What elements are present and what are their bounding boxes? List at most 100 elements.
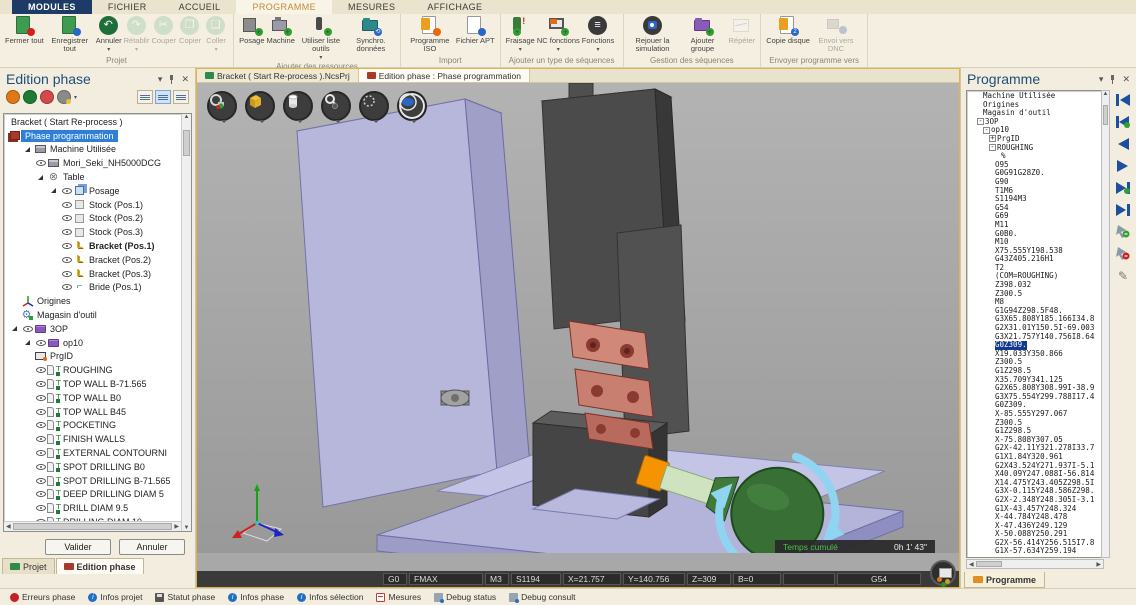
- solid-cube-button[interactable]: [245, 91, 275, 121]
- tree-item-top-wall-b-71-565[interactable]: ⊤TOP WALL B-71.565: [4, 377, 181, 391]
- eye-icon[interactable]: [21, 323, 34, 335]
- gcode-line[interactable]: G3X-0.115Y248.586Z298.: [977, 487, 1103, 496]
- enregistrer-tout-button[interactable]: Enregistrer tout: [45, 16, 95, 53]
- tree-item-mori-seki-nh5000dcg[interactable]: Mori_Seki_NH5000DCG: [4, 156, 181, 170]
- gcode-line[interactable]: G1X-57.634Y259.194: [977, 547, 1103, 556]
- gcode-line[interactable]: G1Z298.5: [977, 367, 1103, 376]
- gcode-line[interactable]: O95: [977, 161, 1103, 170]
- nc-fonctions-button[interactable]: +NC fonctions▾: [536, 16, 581, 54]
- utiliser-liste-outils-button[interactable]: +Utiliser liste outils▾: [296, 16, 346, 62]
- hand-add-button[interactable]: [1114, 224, 1132, 239]
- selection-button[interactable]: [359, 91, 389, 121]
- hand-del-button[interactable]: [1114, 246, 1132, 261]
- stock-cylinder-button[interactable]: [283, 91, 313, 121]
- gcode-line[interactable]: G2X31.01Y150.5I-69.003: [977, 324, 1103, 333]
- gcode-line[interactable]: X-75.808Y307.05: [977, 436, 1103, 445]
- tree-item-op10[interactable]: op10: [4, 336, 181, 350]
- skip-last-button[interactable]: [1114, 202, 1132, 217]
- tree-item-stock-pos-2[interactable]: Stock (Pos.2): [4, 212, 181, 226]
- ribbon-tab-mesures[interactable]: MESURES: [332, 0, 411, 14]
- eye-icon[interactable]: [34, 392, 47, 404]
- list-view-medium-button[interactable]: [155, 90, 171, 104]
- gcode-line[interactable]: G1X1.84Y320.961: [977, 453, 1103, 462]
- gcode-line[interactable]: G90: [977, 178, 1103, 187]
- gcode-line[interactable]: G69: [977, 212, 1103, 221]
- exp-icon[interactable]: [34, 171, 47, 183]
- list-view-small-button[interactable]: [173, 90, 189, 104]
- machine-status-widget-icon[interactable]: [930, 560, 956, 586]
- eye-icon[interactable]: [34, 475, 47, 487]
- gcode-line[interactable]: Origines: [977, 101, 1103, 110]
- eye-icon[interactable]: [60, 240, 73, 252]
- gcode-line[interactable]: X75.555Y198.538: [977, 247, 1103, 256]
- ajouter-groupe-button[interactable]: +Ajouter groupe: [678, 16, 728, 53]
- eye-icon[interactable]: [34, 419, 47, 431]
- gcode-line[interactable]: %: [977, 152, 1103, 161]
- ribbon-tab-affichage[interactable]: AFFICHAGE: [411, 0, 498, 14]
- tree-item-top-wall-b45[interactable]: ⊤TOP WALL B45: [4, 405, 181, 419]
- gcode-line[interactable]: X-47.436Y249.129: [977, 522, 1103, 531]
- skip-first-button[interactable]: [1114, 92, 1132, 107]
- fraisage-button[interactable]: !+Fraisage▾: [505, 16, 536, 54]
- tree-horizontal-scrollbar[interactable]: ◀▶: [4, 521, 181, 531]
- gcode-line[interactable]: X19.033Y350.866: [977, 350, 1103, 359]
- tree-item-deep-drilling-diam-5[interactable]: ⊤DEEP DRILLING DIAM 5: [4, 488, 181, 502]
- tree-item-magasin-d-outil[interactable]: ⚙Magasin d'outil: [4, 308, 181, 322]
- gcode-line[interactable]: G2X43.524Y271.937I-5.1: [977, 462, 1103, 471]
- gcode-line[interactable]: G2X-56.414Y256.515I7.8: [977, 539, 1103, 548]
- chevron-down-icon[interactable]: ▾: [74, 94, 77, 101]
- code-horizontal-scrollbar[interactable]: ◀▶: [966, 559, 1104, 569]
- exp-icon[interactable]: [21, 337, 34, 349]
- eye-icon[interactable]: [60, 281, 73, 293]
- gcode-line[interactable]: G3X21.757Y140.756I8.64: [977, 333, 1103, 342]
- list-view-large-button[interactable]: [137, 90, 153, 104]
- pin-icon[interactable]: [1109, 75, 1116, 84]
- gcode-line[interactable]: G54: [977, 204, 1103, 213]
- eye-icon[interactable]: [60, 212, 73, 224]
- machine-sim-button[interactable]: [207, 91, 237, 121]
- gcode-line[interactable]: G1G94Z298.5F48.: [977, 307, 1103, 316]
- eye-icon[interactable]: [34, 337, 47, 349]
- panel-menu-icon[interactable]: ▾: [158, 74, 163, 85]
- step-fwd-button[interactable]: [1114, 158, 1132, 173]
- pin-icon[interactable]: [168, 75, 175, 84]
- collapse-icon[interactable]: -: [989, 144, 996, 151]
- eye-icon[interactable]: [60, 254, 73, 266]
- pencil-button[interactable]: ✎: [1114, 268, 1132, 283]
- tree-item-spot-drilling-b0[interactable]: ⊤SPOT DRILLING B0: [4, 460, 181, 474]
- gcode-line[interactable]: G3X65.808Y185.166I34.8: [977, 315, 1103, 324]
- gcode-line[interactable]: X35.709Y341.125: [977, 376, 1103, 385]
- ribbon-tab-fichier[interactable]: FICHIER: [92, 0, 163, 14]
- gcode-line[interactable]: M10: [977, 238, 1103, 247]
- eye-icon[interactable]: [34, 433, 47, 445]
- statusbar-debug-consult[interactable]: Debug consult: [509, 592, 575, 602]
- rejouer-la-simulation-button[interactable]: Rejouer la simulation: [628, 16, 678, 53]
- annuler-button[interactable]: Annuler: [119, 539, 185, 555]
- tree-item-machine-utilis-e[interactable]: Machine Utilisée: [4, 143, 181, 157]
- dropdown-arrow-icon[interactable]: ▾: [319, 54, 322, 62]
- gcode-line[interactable]: M11: [977, 221, 1103, 230]
- gcode-line[interactable]: Z398.032: [977, 281, 1103, 290]
- expand-icon[interactable]: +: [989, 135, 996, 142]
- gcode-line[interactable]: X-50.088Y250.291: [977, 530, 1103, 539]
- gcode-line[interactable]: G0B0.: [977, 230, 1103, 239]
- exp-icon[interactable]: [21, 143, 34, 155]
- dropdown-arrow-icon[interactable]: ▾: [107, 46, 110, 54]
- gcode-line[interactable]: Z300.5: [977, 290, 1103, 299]
- eye-icon[interactable]: [34, 378, 47, 390]
- tree-item-pocketing[interactable]: ⊤POCKETING: [4, 419, 181, 433]
- eye-icon[interactable]: [60, 199, 73, 211]
- valider-button[interactable]: Valider: [45, 539, 111, 555]
- statusbar-erreurs-phase[interactable]: Erreurs phase: [10, 592, 75, 602]
- tree-item-stock-pos-1[interactable]: Stock (Pos.1): [4, 198, 181, 212]
- statusbar-infos-s-lection[interactable]: iInfos sélection: [297, 592, 363, 602]
- statusbar-infos-projet[interactable]: iInfos projet: [88, 592, 142, 602]
- ribbon-tab-programme[interactable]: PROGRAMME: [236, 0, 332, 14]
- dropdown-arrow-icon[interactable]: ▾: [597, 46, 600, 54]
- gcode-line[interactable]: G2X-42.11Y321.278I33.7: [977, 444, 1103, 453]
- dropdown-arrow-icon[interactable]: ▾: [519, 46, 522, 54]
- exp-icon[interactable]: [8, 323, 21, 335]
- tree-item-bracket-pos-3[interactable]: LBracket (Pos.3): [4, 267, 181, 281]
- gcode-line[interactable]: M8: [977, 298, 1103, 307]
- eye-icon[interactable]: [60, 185, 73, 197]
